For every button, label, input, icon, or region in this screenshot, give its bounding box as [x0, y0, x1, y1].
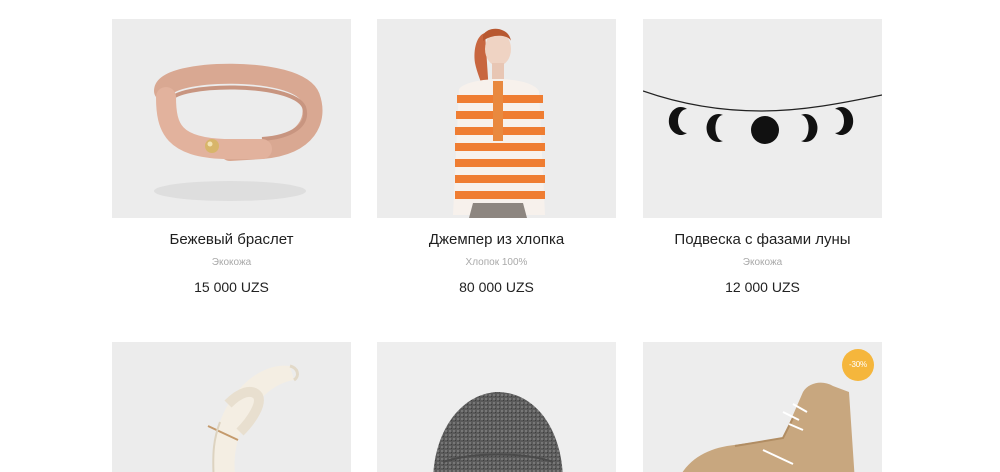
product-name[interactable]: Бежевый браслет: [112, 232, 351, 247]
product-material: Экокожа: [742, 257, 783, 268]
product-card-moon-pendant[interactable]: Подвеска с фазами луны Экокожа 12 000 UZ…: [643, 19, 882, 294]
product-card-high-top-sneaker[interactable]: -30%: [643, 342, 882, 472]
product-material: Хлопок 100%: [465, 257, 528, 268]
product-image-knit-beanie[interactable]: [377, 342, 616, 472]
product-name[interactable]: Подвеска с фазами луны: [643, 232, 882, 247]
product-card-leather-strap[interactable]: [112, 342, 351, 472]
product-image-beige-bracelet[interactable]: [112, 19, 351, 218]
product-image-leather-strap[interactable]: [112, 342, 351, 472]
product-card-beige-bracelet[interactable]: Бежевый браслет Экокожа 15 000 UZS: [112, 19, 351, 294]
product-price: 12 000 UZS: [725, 279, 800, 295]
product-image-cotton-jumper[interactable]: [377, 19, 616, 218]
product-grid: Бежевый браслет Экокожа 15 000 UZS Джемп…: [0, 0, 1000, 472]
product-image-moon-pendant[interactable]: [643, 19, 882, 218]
product-material: Экокожа: [211, 257, 252, 268]
discount-badge: -30%: [842, 349, 874, 381]
product-card-knit-beanie[interactable]: [377, 342, 616, 472]
product-card-cotton-jumper[interactable]: Джемпер из хлопка Хлопок 100% 80 000 UZS: [377, 19, 616, 294]
product-price: 80 000 UZS: [459, 279, 534, 295]
product-image-high-top-sneaker[interactable]: -30%: [643, 342, 882, 472]
product-name[interactable]: Джемпер из хлопка: [377, 232, 616, 247]
product-price: 15 000 UZS: [194, 279, 269, 295]
